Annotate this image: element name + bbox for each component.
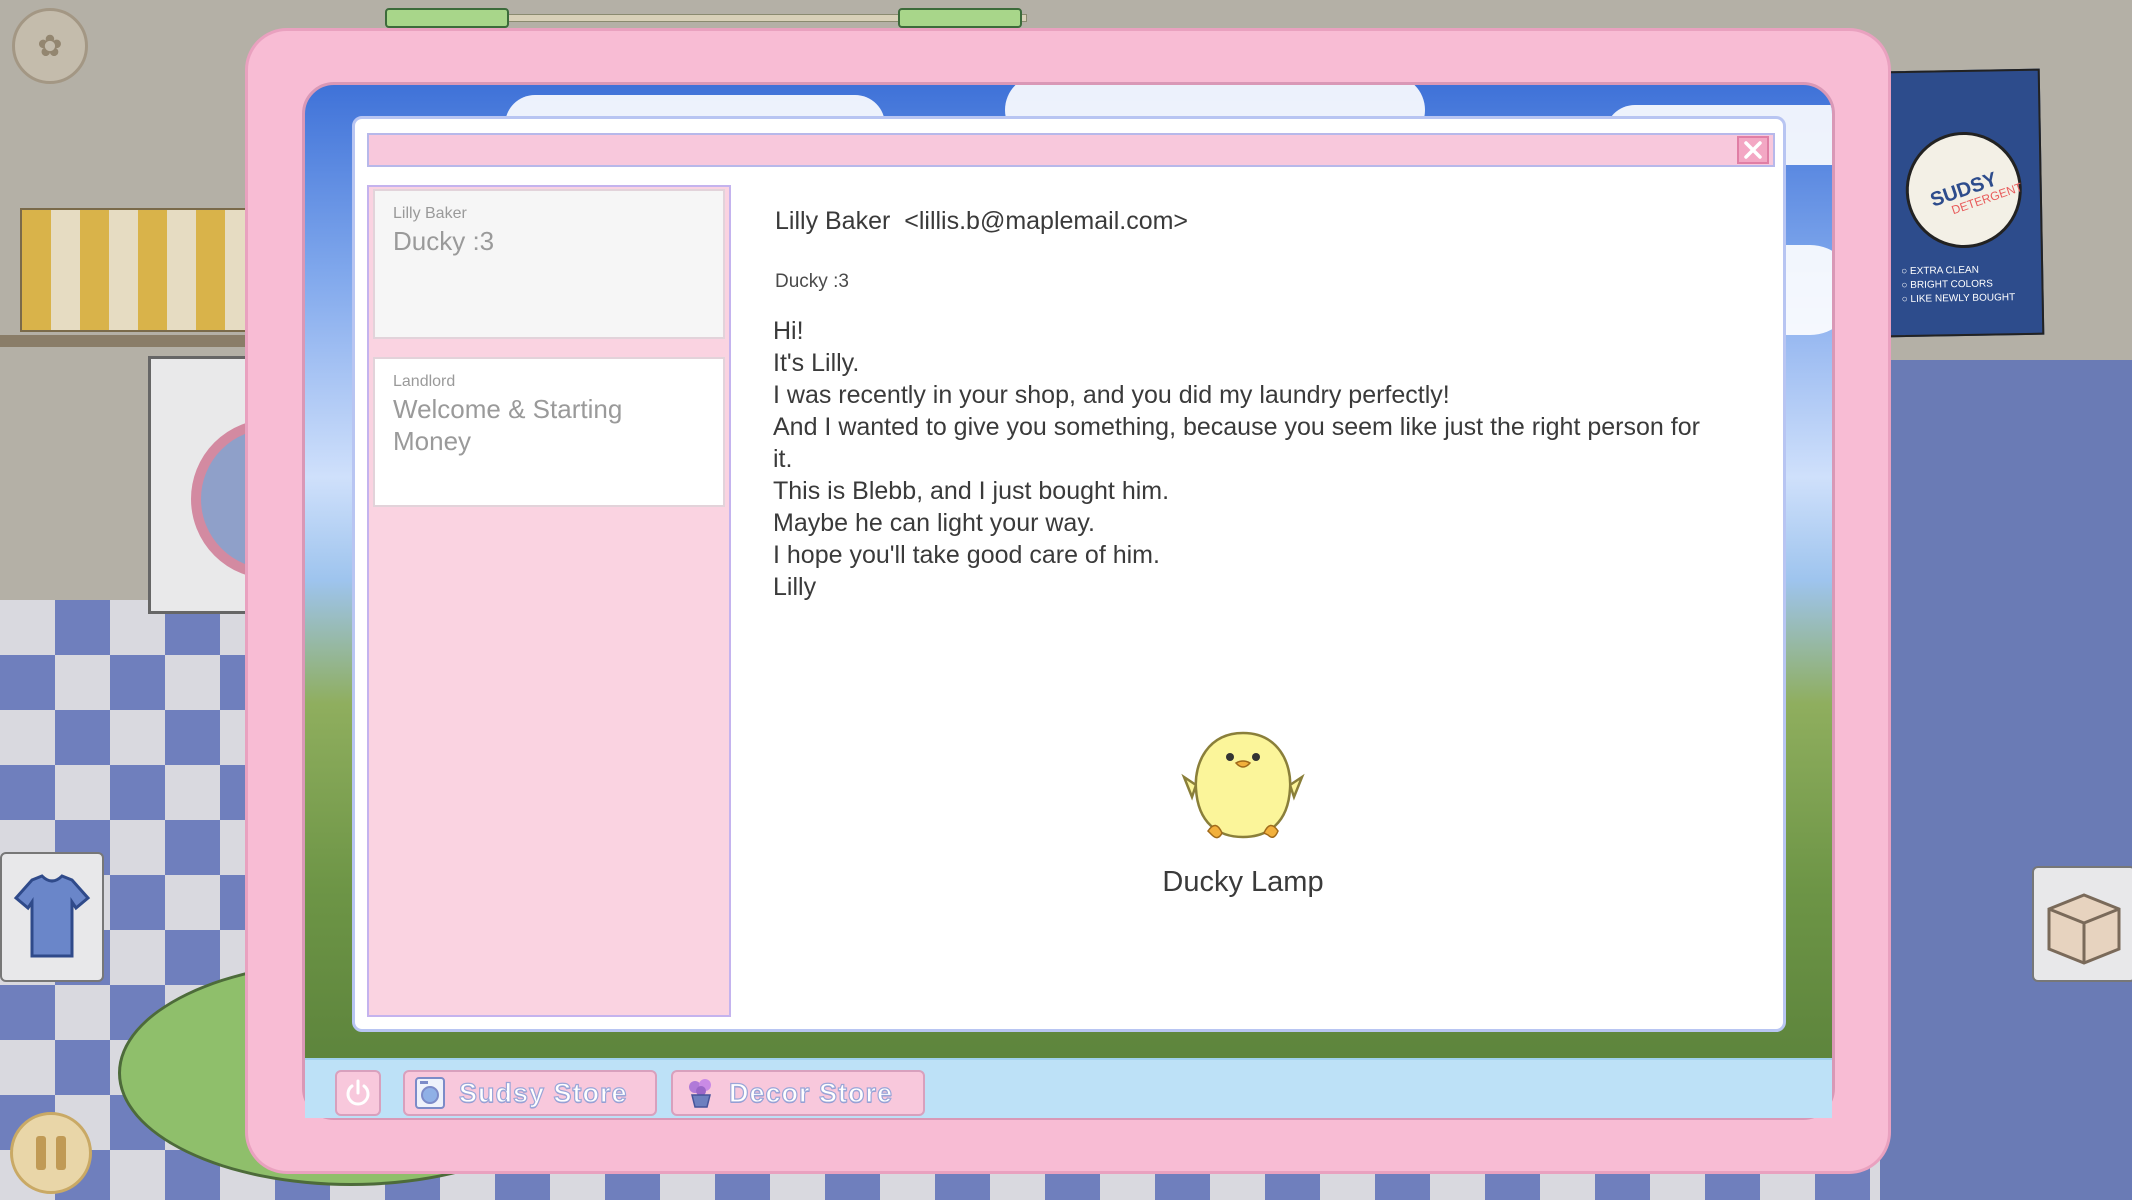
pause-button[interactable] bbox=[10, 1112, 92, 1194]
shop-badge-icon[interactable]: ✿ bbox=[12, 8, 88, 84]
pause-icon bbox=[36, 1136, 46, 1170]
message-line: It's Lilly. bbox=[773, 349, 860, 377]
poster-bullets: ○ EXTRA CLEAN ○ BRIGHT COLORS ○ LIKE NEW… bbox=[1901, 263, 2015, 307]
gift-attachment[interactable]: Ducky Lamp bbox=[1143, 727, 1343, 899]
inbox-item-ducky[interactable]: Lilly Baker Ducky :3 bbox=[373, 189, 725, 339]
plant-pot-icon bbox=[689, 1079, 711, 1108]
message-line: This is Blebb, and I just bought him. bbox=[773, 477, 1170, 505]
decor-store-label: Decor Store bbox=[728, 1077, 894, 1108]
box-icon bbox=[2047, 893, 2121, 965]
close-button[interactable] bbox=[1737, 136, 1769, 164]
email-subject: Ducky :3 bbox=[775, 271, 849, 292]
laundry-shirt-button[interactable] bbox=[0, 852, 104, 982]
poster-bullet: ○ LIKE NEWLY BOUGHT bbox=[1901, 292, 2016, 306]
sudsy-detergent-poster: SUDSY DETERGENT ○ EXTRA CLEAN ○ BRIGHT C… bbox=[1883, 68, 2045, 338]
message-line: Maybe he can light your way. bbox=[773, 509, 1095, 537]
email-window: Lilly Baker Ducky :3 Landlord Welcome & … bbox=[352, 116, 1786, 1032]
message-line: And I wanted to give you something, beca… bbox=[773, 413, 1700, 473]
hanging-plant-right bbox=[898, 8, 1022, 28]
washer-icon bbox=[415, 1077, 445, 1109]
wall-tiles bbox=[20, 208, 259, 332]
sudsy-store-button[interactable]: Sudsy Store bbox=[403, 1070, 657, 1116]
inbox-item-sender: Landlord bbox=[393, 373, 456, 390]
inbox-item-subject: Welcome & Starting Money bbox=[393, 394, 623, 456]
floor-right bbox=[1880, 360, 2132, 1200]
power-button[interactable] bbox=[335, 1070, 381, 1116]
inbox-item-subject: Ducky :3 bbox=[393, 226, 495, 256]
inbox-item-sender: Lilly Baker bbox=[393, 205, 467, 222]
shirt-icon bbox=[13, 874, 91, 958]
tablet-taskbar: Sudsy Store Decor Store bbox=[305, 1058, 1832, 1118]
pause-icon-bar bbox=[56, 1136, 66, 1170]
gift-label: Ducky Lamp bbox=[1162, 866, 1324, 898]
email-message: Hi! It's Lilly. I was recently in your s… bbox=[773, 315, 1713, 603]
message-line: Hi! bbox=[773, 317, 804, 345]
message-line: Lilly bbox=[773, 573, 817, 601]
email-reader: Lilly Baker <lillis.b@maplemail.com> Duc… bbox=[773, 181, 1755, 1021]
hanging-plant-left bbox=[385, 8, 509, 28]
inbox-item-welcome[interactable]: Landlord Welcome & Starting Money bbox=[373, 357, 725, 507]
window-title-bar[interactable] bbox=[367, 133, 1775, 167]
sudsy-store-label: Sudsy Store bbox=[458, 1077, 628, 1108]
storage-box-button[interactable] bbox=[2032, 866, 2132, 982]
wall-shelf bbox=[0, 335, 250, 347]
message-line: I hope you'll take good care of him. bbox=[773, 541, 1160, 569]
decor-store-button[interactable]: Decor Store bbox=[671, 1070, 925, 1116]
message-line: I was recently in your shop, and you did… bbox=[773, 381, 1450, 409]
email-from-name: Lilly Baker bbox=[775, 207, 891, 235]
close-icon bbox=[1744, 141, 1762, 159]
inbox-list: Lilly Baker Ducky :3 Landlord Welcome & … bbox=[367, 185, 731, 1017]
email-from: Lilly Baker <lillis.b@maplemail.com> bbox=[775, 207, 1188, 236]
duck-icon bbox=[1181, 731, 1305, 839]
email-from-address: <lillis.b@maplemail.com> bbox=[904, 207, 1189, 235]
power-icon bbox=[346, 1079, 370, 1106]
